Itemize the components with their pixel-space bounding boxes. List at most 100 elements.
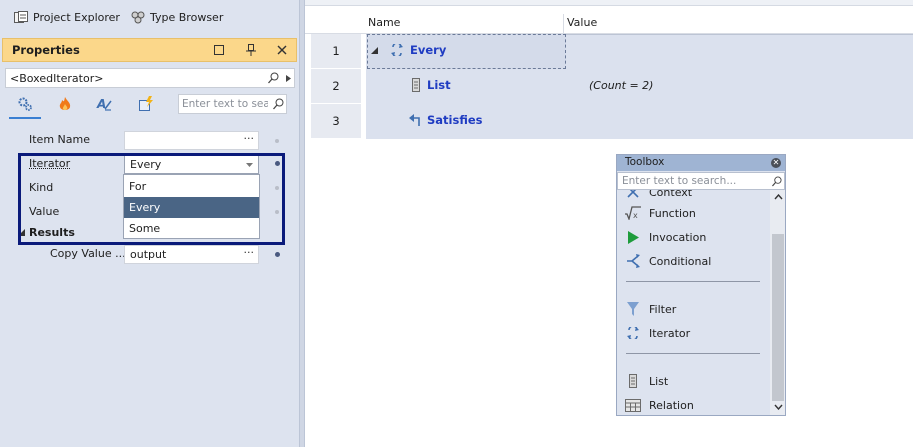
scrollbar-thumb[interactable]	[772, 234, 784, 401]
chevron-down-icon[interactable]	[246, 163, 253, 167]
column-header-name[interactable]: Name	[368, 16, 400, 29]
toolbox-title: Toolbox	[625, 156, 665, 168]
lightning-box-icon	[139, 96, 153, 111]
tab-type-browser[interactable]: Type Browser	[131, 6, 223, 28]
chevron-right-icon[interactable]	[286, 75, 291, 82]
object-selector-value: <BoxedIterator>	[10, 72, 104, 85]
branch-icon	[625, 253, 641, 269]
grid-node-label: Every	[410, 43, 447, 57]
toolbox-item-label: Invocation	[649, 230, 707, 244]
search-icon[interactable]	[268, 72, 279, 84]
pin-icon	[246, 44, 256, 56]
toolbox-separator	[626, 353, 760, 354]
toolbox-item-filter[interactable]: Filter	[625, 301, 676, 317]
copy-value-value: output	[130, 248, 167, 261]
ellipsis-icon[interactable]: ···	[244, 246, 255, 259]
toolbox-item-function[interactable]: x Function	[625, 205, 696, 221]
property-search-input[interactable]	[182, 97, 268, 111]
item-name-label: Item Name	[29, 133, 90, 146]
expand-triangle-icon[interactable]	[371, 47, 378, 54]
scroll-up-icon[interactable]	[773, 193, 783, 205]
toolbox-item-label: Iterator	[649, 326, 691, 340]
properties-title-bar: Properties	[2, 38, 297, 62]
grid-node-value: (Count = 2)	[589, 79, 654, 92]
alphabetical-view-button[interactable]: A	[94, 95, 114, 113]
iterator-option-for[interactable]: For	[124, 176, 259, 197]
row-number[interactable]: 1	[311, 34, 361, 68]
toolbox-item-list[interactable]: List	[625, 373, 668, 389]
active-tool-indicator	[9, 117, 41, 119]
toolbox-search-field[interactable]	[617, 172, 785, 190]
search-icon	[273, 98, 284, 110]
list-icon	[625, 373, 641, 389]
funnel-icon	[625, 301, 641, 317]
value-label: Value	[29, 205, 60, 218]
maximize-icon	[214, 45, 224, 55]
property-search-field[interactable]	[178, 94, 287, 114]
close-icon[interactable]: ✕	[771, 158, 781, 168]
default-value-dot	[275, 139, 279, 143]
grid-node-every[interactable]: Every	[390, 43, 446, 57]
toolbox-search-input[interactable]	[622, 174, 767, 188]
editor-area: Name Value 1 2 3 Every List (Count = 2) …	[305, 0, 913, 447]
toolbox-item-label: Filter	[649, 302, 677, 316]
grid-node-label: Satisfies	[427, 113, 483, 127]
properties-view-button[interactable]	[15, 95, 35, 113]
left-panel: Project Explorer Type Browser Properties…	[0, 0, 299, 447]
maximize-button[interactable]	[210, 41, 228, 59]
toolbox-item-label: Conditional	[649, 254, 712, 268]
iterator-dropdown[interactable]: Every	[124, 155, 259, 174]
grid-node-list[interactable]: List	[411, 78, 451, 92]
search-icon	[772, 176, 782, 187]
close-icon	[277, 45, 287, 55]
toolbox-item-label: Relation	[649, 398, 694, 412]
copy-value-field[interactable]: output ···	[124, 245, 259, 264]
kind-label: Kind	[29, 181, 54, 194]
grid-node-satisfies[interactable]: Satisfies	[409, 113, 483, 127]
iterator-icon	[625, 325, 641, 341]
toolbox-title-bar[interactable]: Toolbox ✕	[617, 155, 785, 171]
flame-icon	[59, 97, 71, 111]
categorized-view-button[interactable]	[136, 95, 156, 113]
object-selector[interactable]: <BoxedIterator>	[5, 68, 295, 88]
iterator-options-list: For Every Some	[123, 174, 260, 239]
default-value-dot	[275, 210, 279, 214]
collapse-triangle-icon[interactable]	[18, 229, 25, 236]
toolbox-item-conditional[interactable]: Conditional	[625, 253, 711, 269]
events-view-button[interactable]	[55, 95, 75, 113]
ellipsis-icon[interactable]: ···	[244, 132, 255, 145]
tab-type-browser-label: Type Browser	[150, 10, 224, 24]
toolbox-item-relation[interactable]: Relation	[625, 397, 694, 413]
toolbox-scrollbar[interactable]	[770, 190, 785, 415]
row-number[interactable]: 2	[311, 69, 361, 103]
item-name-field[interactable]: ···	[124, 131, 259, 150]
table-icon	[625, 397, 641, 413]
toolbox-panel: Toolbox ✕ Context x Function Invocation	[616, 154, 786, 416]
row-number[interactable]: 3	[311, 104, 361, 138]
context-icon	[625, 190, 641, 200]
properties-title: Properties	[12, 43, 80, 57]
scroll-down-icon[interactable]	[773, 403, 783, 415]
iterator-value: Every	[130, 158, 162, 171]
play-icon	[625, 229, 641, 245]
toolbox-item-iterator[interactable]: Iterator	[625, 325, 690, 341]
iterator-option-some[interactable]: Some	[124, 218, 259, 239]
editor-toolbar	[305, 0, 913, 6]
column-divider[interactable]	[563, 14, 564, 34]
iterator-option-every[interactable]: Every	[124, 197, 259, 218]
results-category-label: Results	[29, 226, 75, 239]
grid-node-label: List	[427, 78, 451, 92]
iterator-label: Iterator	[29, 157, 71, 170]
gears-icon	[18, 97, 32, 111]
type-browser-icon	[131, 11, 145, 23]
toolbox-separator	[626, 281, 760, 282]
toolbox-item-invocation[interactable]: Invocation	[625, 229, 706, 245]
tab-project-explorer-label: Project Explorer	[33, 10, 120, 24]
toolbox-item-label: Function	[649, 206, 696, 220]
pin-button[interactable]	[242, 41, 260, 59]
column-header-value[interactable]: Value	[567, 16, 597, 29]
close-panel-button[interactable]	[273, 41, 291, 59]
tab-project-explorer[interactable]: Project Explorer	[14, 6, 120, 28]
toolbox-item-context[interactable]: Context	[625, 190, 692, 200]
iterator-icon	[391, 44, 403, 56]
